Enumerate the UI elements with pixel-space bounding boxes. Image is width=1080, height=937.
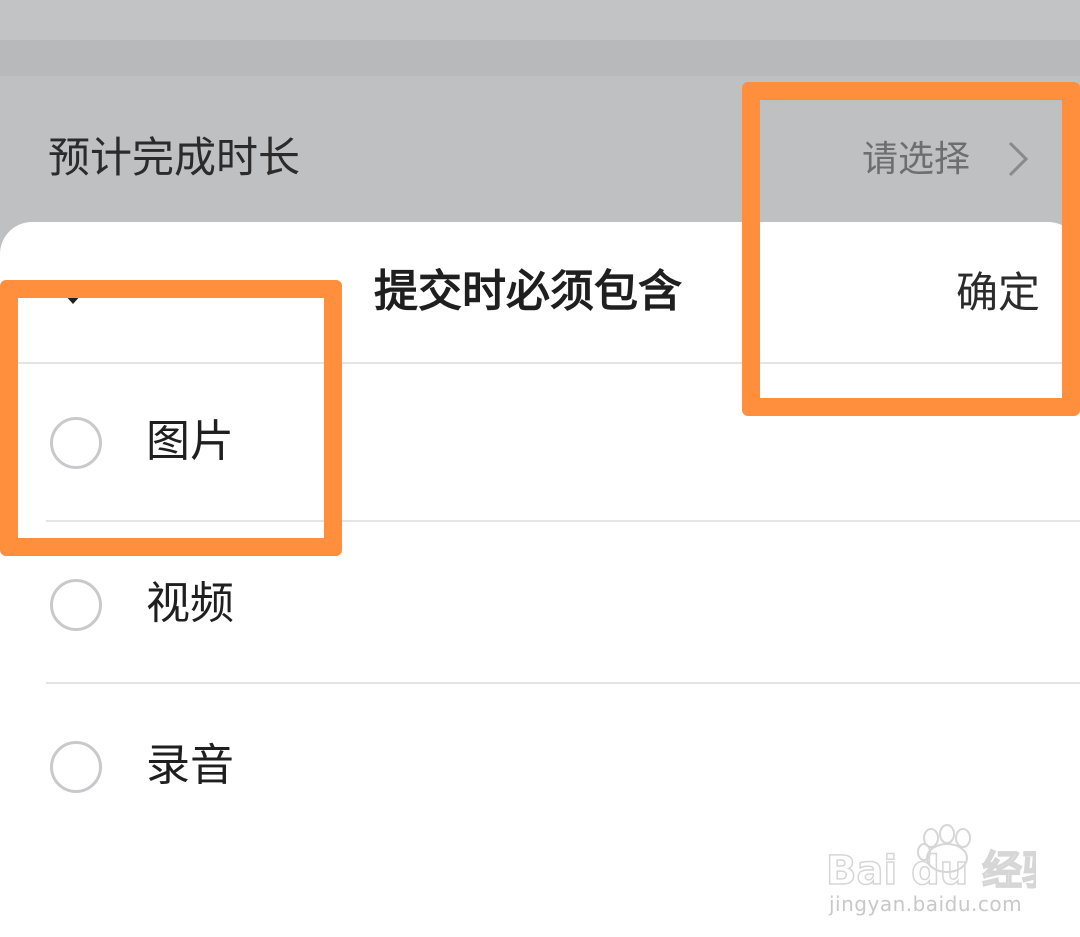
estimated-duration-row[interactable]: 预计完成时长 请选择 <box>0 76 1080 236</box>
watermark-url: jingyan.baidu.com <box>829 892 1023 916</box>
option-label-video: 视频 <box>146 578 234 629</box>
radio-icon[interactable] <box>50 417 102 469</box>
caret-down-icon[interactable] <box>64 294 82 304</box>
option-label-audio: 录音 <box>146 740 234 791</box>
sheet-title: 提交时必须包含 <box>374 266 682 317</box>
svg-text:Bai du 经验: Bai du 经验 <box>826 848 1036 894</box>
chevron-right-icon <box>1008 141 1029 177</box>
option-row-video[interactable]: 视频 <box>0 522 1080 682</box>
sheet-header: 提交时必须包含 确定 <box>0 222 1080 362</box>
status-area <box>0 0 1080 40</box>
section-divider <box>0 40 1080 76</box>
option-row-image[interactable]: 图片 <box>0 364 1080 524</box>
radio-icon[interactable] <box>50 741 102 793</box>
radio-icon[interactable] <box>50 579 102 631</box>
option-label-image: 图片 <box>146 416 234 467</box>
setting-value-placeholder: 请选择 <box>861 139 970 180</box>
confirm-button[interactable]: 确定 <box>956 266 1040 320</box>
setting-label: 预计完成时长 <box>48 133 301 182</box>
